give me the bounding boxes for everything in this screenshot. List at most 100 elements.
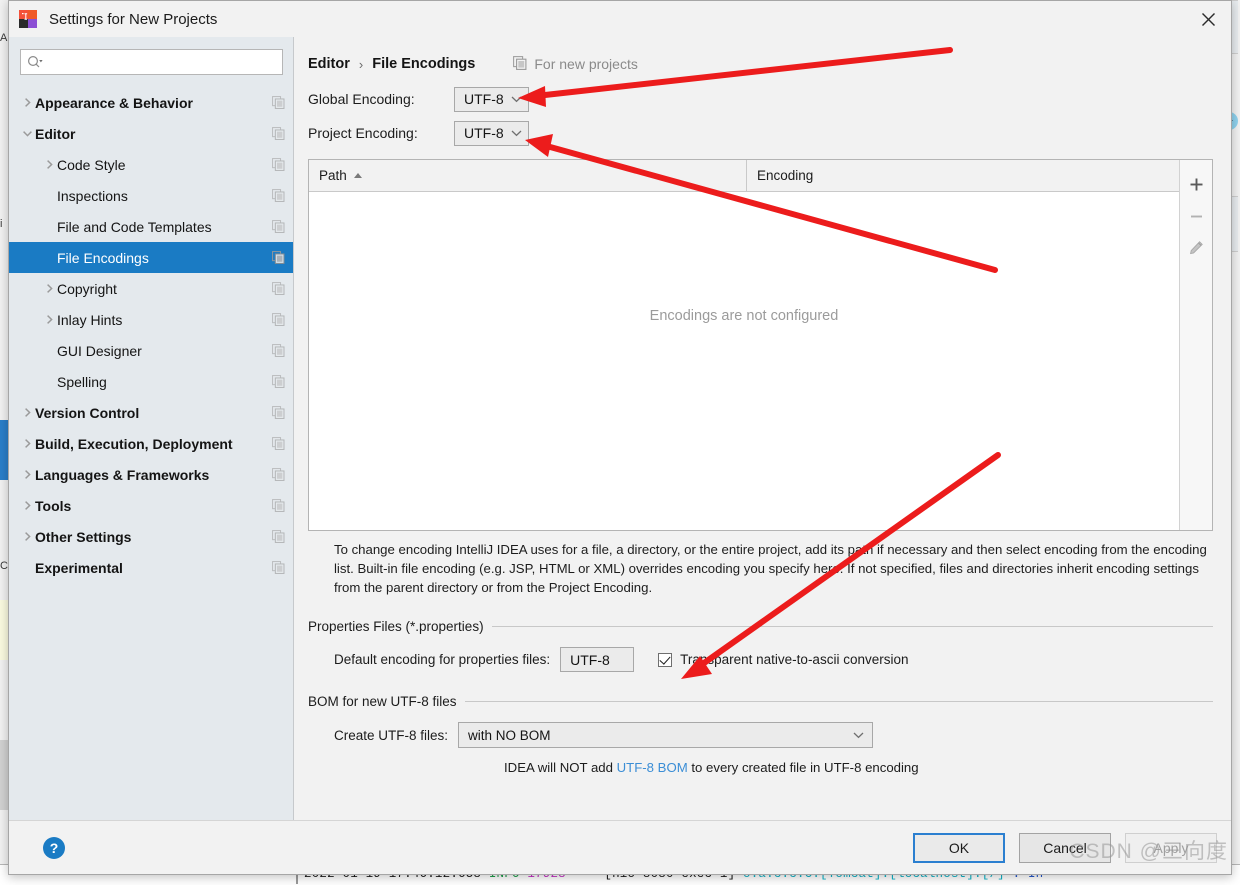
settings-tree: Appearance & Behavior Editor Code Style Ins… xyxy=(9,87,293,820)
sidebar-item-build-execution-deployment[interactable]: Build, Execution, Deployment xyxy=(9,428,293,459)
column-header-path-label: Path xyxy=(319,168,347,183)
global-encoding-row: Global Encoding: UTF-8 xyxy=(308,83,1213,115)
default-properties-encoding-value: UTF-8 xyxy=(570,651,610,668)
copy-icon xyxy=(272,437,285,450)
sidebar-item-label: Code Style xyxy=(57,156,126,173)
dialog-body: Appearance & Behavior Editor Code Style Ins… xyxy=(9,37,1231,820)
encodings-table-body[interactable]: Encodings are not configured xyxy=(309,192,1179,530)
create-utf8-files-value: with NO BOM xyxy=(468,727,551,743)
sidebar-item-inlay-hints[interactable]: Inlay Hints xyxy=(9,304,293,335)
project-encoding-dropdown[interactable]: UTF-8 xyxy=(454,120,529,146)
file-encodings-panel: Editor › File Encodings For new projects xyxy=(294,37,1231,820)
sidebar-item-experimental[interactable]: Experimental xyxy=(9,552,293,583)
sidebar-item-label: Inlay Hints xyxy=(57,311,123,328)
chevron-right-icon[interactable] xyxy=(19,531,35,542)
copy-icon xyxy=(272,189,285,202)
search-input[interactable] xyxy=(44,51,282,73)
sidebar-item-copyright[interactable]: Copyright xyxy=(9,273,293,304)
sidebar-item-code-style[interactable]: Code Style xyxy=(9,149,293,180)
chevron-down-icon xyxy=(511,129,522,137)
create-utf8-files-dropdown[interactable]: with NO BOM xyxy=(458,722,874,748)
transparent-native-to-ascii-row[interactable]: Transparent native-to-ascii conversion xyxy=(658,652,908,667)
help-button[interactable]: ? xyxy=(43,836,65,859)
settings-dialog: Settings for New Projects Appearance & B… xyxy=(8,0,1232,875)
copy-icon xyxy=(272,313,285,326)
default-properties-encoding-label: Default encoding for properties files: xyxy=(334,652,551,667)
sidebar-item-label: File and Code Templates xyxy=(57,218,212,235)
breadcrumb: Editor › File Encodings For new projects xyxy=(308,47,1213,81)
default-properties-encoding-dropdown[interactable]: UTF-8 xyxy=(560,647,635,672)
sidebar-item-file-encodings[interactable]: File Encodings xyxy=(9,242,293,273)
sort-ascending-icon xyxy=(353,173,362,178)
sidebar-item-label: Appearance & Behavior xyxy=(35,94,193,111)
copy-icon xyxy=(272,530,285,543)
chevron-right-icon[interactable] xyxy=(19,500,35,511)
chevron-right-icon[interactable] xyxy=(19,97,35,108)
sidebar-item-label: File Encodings xyxy=(57,249,149,266)
add-button[interactable] xyxy=(1182,168,1210,200)
copy-icon xyxy=(272,282,285,295)
dialog-footer: ? OK Cancel Apply xyxy=(9,820,1231,874)
column-header-encoding[interactable]: Encoding xyxy=(747,160,1179,191)
column-header-path[interactable]: Path xyxy=(309,160,747,191)
sidebar-item-label: Copyright xyxy=(57,280,117,297)
sidebar-item-tools[interactable]: Tools xyxy=(9,490,293,521)
copy-icon xyxy=(272,127,285,140)
ok-button[interactable]: OK xyxy=(913,832,1005,863)
sidebar-item-inspections[interactable]: Inspections xyxy=(9,180,293,211)
group-divider xyxy=(491,626,1213,627)
chevron-right-icon[interactable] xyxy=(19,438,35,449)
search-field[interactable] xyxy=(20,49,283,75)
column-header-encoding-label: Encoding xyxy=(757,168,814,183)
copy-icon xyxy=(272,158,285,171)
copy-icon xyxy=(272,406,285,419)
intellij-idea-icon xyxy=(19,10,37,28)
encodings-table-main: Path Encoding Encodings are not configur… xyxy=(309,160,1179,530)
global-encoding-dropdown[interactable]: UTF-8 xyxy=(454,86,529,112)
sidebar-item-label: Languages & Frameworks xyxy=(35,466,210,483)
transparent-native-to-ascii-checkbox[interactable] xyxy=(658,652,673,667)
remove-button[interactable] xyxy=(1182,200,1210,232)
breadcrumb-parent[interactable]: Editor xyxy=(308,56,350,72)
sidebar-item-label: Other Settings xyxy=(35,528,132,545)
edit-pencil-icon[interactable] xyxy=(1182,232,1210,264)
encodings-table: Path Encoding Encodings are not configur… xyxy=(308,159,1213,531)
chevron-right-icon[interactable] xyxy=(19,407,35,418)
transparent-native-to-ascii-label: Transparent native-to-ascii conversion xyxy=(680,652,909,667)
chevron-right-icon[interactable] xyxy=(41,159,57,170)
sidebar-item-other-settings[interactable]: Other Settings xyxy=(9,521,293,552)
default-properties-encoding-row: Default encoding for properties files: U… xyxy=(334,647,1213,672)
bom-group-title: BOM for new UTF-8 files xyxy=(308,694,457,709)
chevron-down-icon[interactable] xyxy=(19,128,35,139)
sidebar-item-file-and-code-templates[interactable]: File and Code Templates xyxy=(9,211,293,242)
encodings-help-text: To change encoding IntelliJ IDEA uses fo… xyxy=(334,542,1207,595)
chevron-right-icon[interactable] xyxy=(41,314,57,325)
sidebar-item-gui-designer[interactable]: GUI Designer xyxy=(9,335,293,366)
chevron-right-icon[interactable] xyxy=(41,283,57,294)
sidebar-item-version-control[interactable]: Version Control xyxy=(9,397,293,428)
search-icon xyxy=(27,55,44,69)
sidebar-item-appearance-behavior[interactable]: Appearance & Behavior xyxy=(9,87,293,118)
close-icon[interactable] xyxy=(1185,1,1231,37)
sidebar-item-label: GUI Designer xyxy=(57,342,142,359)
empty-state-text: Encodings are not configured xyxy=(649,308,839,324)
chevron-right-icon[interactable] xyxy=(19,469,35,480)
for-new-projects-label: For new projects xyxy=(513,55,638,73)
sidebar-item-languages-frameworks[interactable]: Languages & Frameworks xyxy=(9,459,293,490)
sidebar-item-label: Build, Execution, Deployment xyxy=(35,435,233,452)
bom-hint-link[interactable]: UTF-8 BOM xyxy=(617,760,688,775)
sidebar-item-spelling[interactable]: Spelling xyxy=(9,366,293,397)
properties-files-group: Properties Files (*.properties) Default … xyxy=(308,619,1213,672)
bom-group: BOM for new UTF-8 files Create UTF-8 fil… xyxy=(308,694,1213,775)
global-encoding-label: Global Encoding: xyxy=(308,91,415,107)
project-encoding-label: Project Encoding: xyxy=(308,125,418,141)
project-encoding-row: Project Encoding: UTF-8 xyxy=(308,117,1213,149)
project-encoding-value: UTF-8 xyxy=(464,125,504,141)
create-utf8-files-label: Create UTF-8 files: xyxy=(334,727,449,743)
properties-files-group-content: Default encoding for properties files: U… xyxy=(308,647,1213,672)
sidebar-item-label: Editor xyxy=(35,125,76,142)
bom-group-header: BOM for new UTF-8 files xyxy=(308,694,1213,709)
copy-icon xyxy=(513,55,527,73)
properties-files-group-title: Properties Files (*.properties) xyxy=(308,619,484,634)
sidebar-item-editor[interactable]: Editor xyxy=(9,118,293,149)
